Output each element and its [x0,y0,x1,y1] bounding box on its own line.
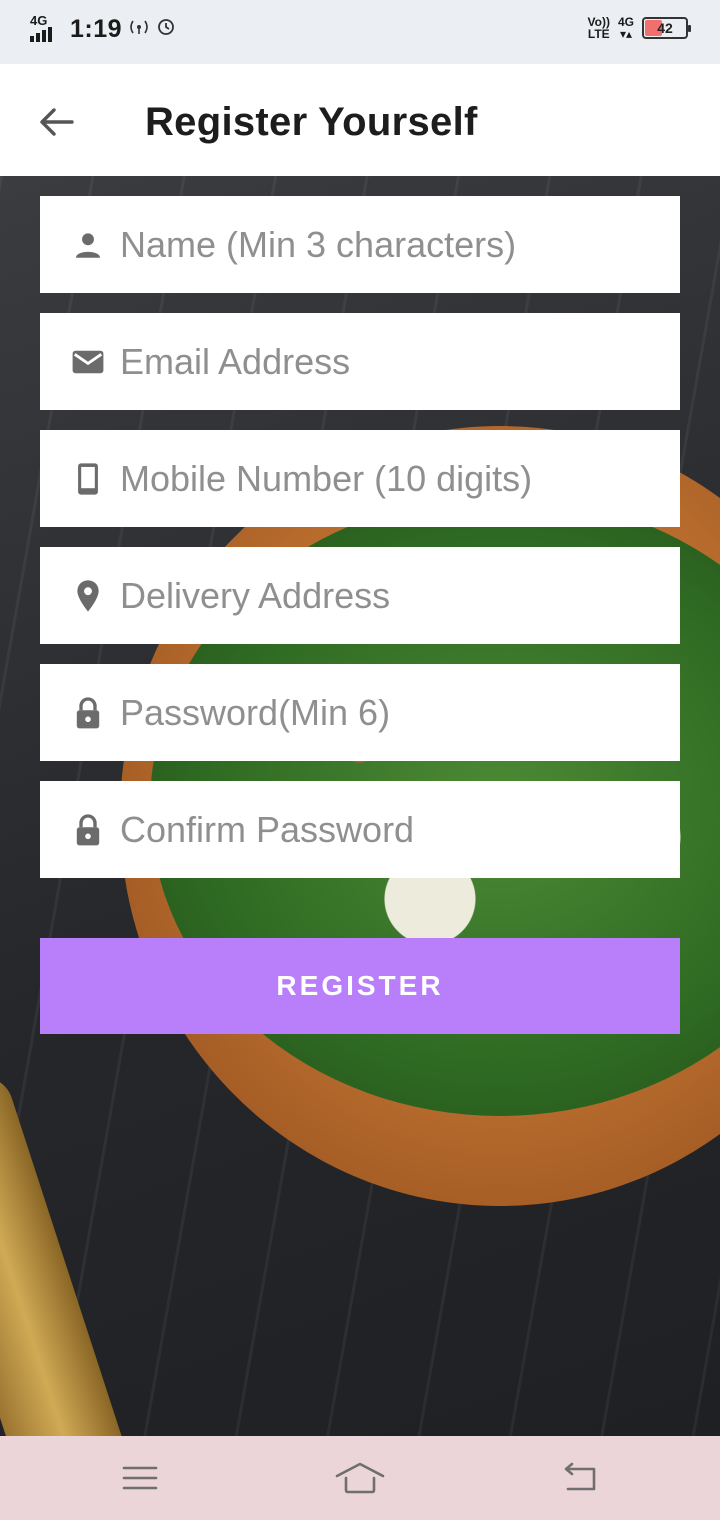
back-button[interactable] [30,96,82,148]
page-title: Register Yourself [145,100,478,144]
confirm-password-input[interactable] [120,781,670,878]
battery-icon: 42 [642,17,691,39]
person-icon [70,225,106,265]
phone-icon [70,459,106,499]
lock-icon [70,810,106,850]
register-form [40,196,680,898]
password-field [40,664,680,761]
fork-image [0,1069,133,1436]
mobile-input[interactable] [120,430,670,527]
back-icon [564,1462,596,1491]
password-input[interactable] [120,664,670,761]
name-field [40,196,680,293]
address-input[interactable] [120,547,670,644]
status-left: 4G 1:19 [30,14,176,44]
home-icon [335,1462,385,1494]
address-field [40,547,680,644]
data-indicator: 4G ▾▴ [617,15,634,41]
app-bar: Register Yourself [0,64,720,176]
mobile-field [40,430,680,527]
arrow-left-icon [40,108,74,136]
lock-icon [70,693,106,733]
confirm-password-field [40,781,680,878]
email-field [40,313,680,410]
history-icon [156,17,176,41]
network-type: 4G [30,13,48,28]
hotspot-icon [128,18,150,40]
recent-apps-button[interactable] [110,1454,170,1502]
signal-icon: 4G [30,14,60,44]
location-pin-icon [70,576,106,616]
menu-icon [122,1466,158,1490]
status-right: Vo)) LTE 4G ▾▴ 42 [587,15,691,41]
name-input[interactable] [120,196,670,293]
clock: 1:19 [70,14,123,43]
battery-level: 42 [657,20,673,36]
status-bar: 4G 1:19 Vo)) LTE 4G ▾▴ 42 [0,0,720,64]
email-input[interactable] [120,313,670,410]
volte-indicator: Vo)) LTE [587,15,610,41]
home-button[interactable] [330,1454,390,1502]
email-icon [70,342,106,382]
register-button[interactable]: REGISTER [40,938,680,1034]
system-back-button[interactable] [550,1454,610,1502]
navigation-bar [0,1436,720,1520]
